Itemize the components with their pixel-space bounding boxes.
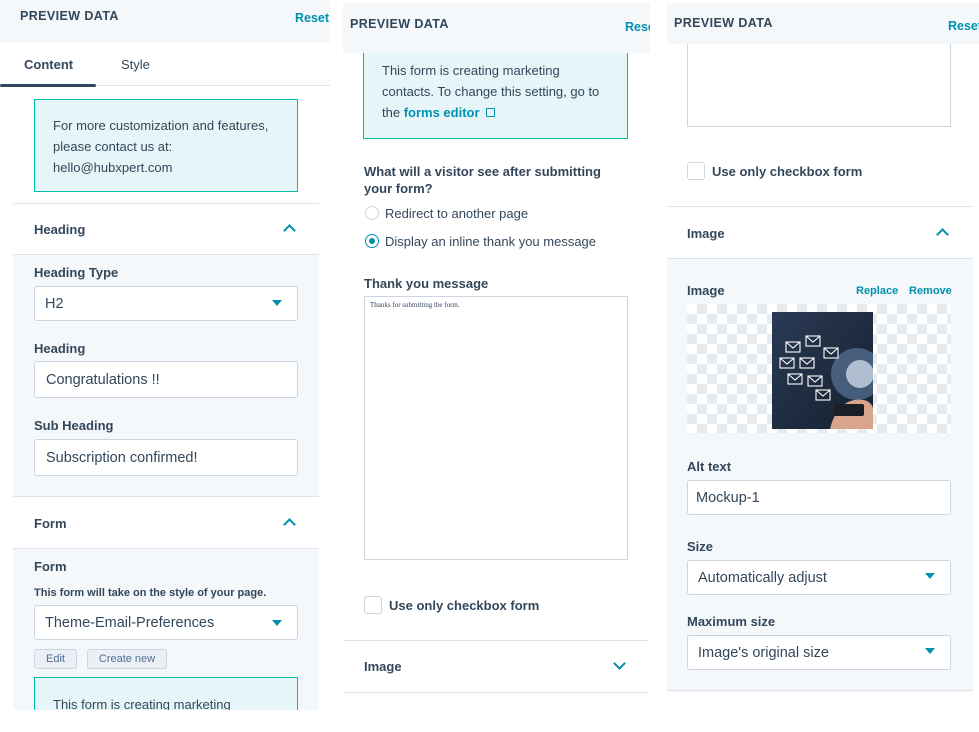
radio-inline-message[interactable] — [365, 234, 379, 248]
dropdown-caret-icon — [925, 648, 935, 654]
email-mockup-image — [772, 312, 873, 429]
form-section-title: Form — [34, 516, 67, 531]
form-help-text: This form will take on the style of your… — [34, 587, 267, 599]
image-section-header[interactable]: Image — [667, 206, 973, 259]
size-select[interactable]: Automatically adjust — [687, 560, 951, 595]
reset-button[interactable]: Reset — [295, 11, 329, 25]
panel-3-title: PREVIEW DATA — [674, 16, 773, 30]
form-section-header[interactable]: Form — [13, 496, 319, 549]
checkbox-only-form[interactable] — [364, 596, 382, 614]
marketing-info-line: This form is creating marketing — [53, 697, 231, 710]
chevron-down-icon[interactable] — [613, 657, 626, 670]
heading-value: Congratulations !! — [46, 371, 160, 388]
subheading-value: Subscription confirmed! — [46, 449, 198, 466]
marketing-info-line: This form is creating marketing — [382, 63, 560, 78]
create-new-form-button[interactable]: Create new — [87, 649, 167, 669]
max-size-select-value: Image's original size — [698, 644, 829, 661]
size-select-value: Automatically adjust — [698, 569, 827, 586]
contact-info-line: please contact us at: — [53, 139, 173, 154]
size-label: Size — [687, 539, 714, 554]
max-size-select[interactable]: Image's original size — [687, 635, 951, 670]
dropdown-caret-icon — [925, 573, 935, 579]
image-preview-area — [687, 304, 951, 435]
form-label: Form — [34, 559, 67, 574]
dropdown-caret-icon — [272, 300, 282, 306]
checkbox-only-form-label[interactable]: Use only checkbox form — [712, 164, 862, 179]
radio-inline-message-label[interactable]: Display an inline thank you message — [385, 234, 596, 249]
form-select-value: Theme-Email-Preferences — [45, 614, 215, 631]
panel-1: PREVIEW DATA Reset Content Style For mor… — [0, 0, 330, 710]
subheading-input[interactable]: Subscription confirmed! — [34, 439, 298, 476]
heading-section-title: Heading — [34, 222, 86, 237]
panel-3-bottom-divider — [667, 690, 973, 691]
image-section-title: Image — [364, 659, 402, 674]
heading-section-header[interactable]: Heading — [13, 203, 319, 255]
edit-form-button[interactable]: Edit — [34, 649, 77, 669]
heading-type-label: Heading Type — [34, 265, 119, 280]
marketing-info-box: This form is creating marketing — [34, 677, 298, 710]
checkbox-only-form-label[interactable]: Use only checkbox form — [389, 598, 539, 613]
subheading-label: Sub Heading — [34, 418, 114, 433]
heading-type-value: H2 — [45, 295, 64, 312]
dropdown-caret-icon — [272, 620, 282, 626]
thank-you-label: Thank you message — [364, 276, 489, 291]
contact-info-line: For more customization and features, — [53, 118, 269, 133]
forms-editor-line: the forms editor — [382, 102, 627, 123]
marketing-info-box: This form is creating marketing contacts… — [363, 53, 628, 139]
checkbox-only-form[interactable] — [687, 162, 705, 180]
tab-active-indicator — [0, 84, 96, 87]
external-link-icon[interactable] — [486, 108, 496, 117]
heading-type-select[interactable]: H2 — [34, 286, 298, 321]
panel-3: PREVIEW DATA Reset Use only checkbox for… — [667, 0, 979, 692]
forms-editor-link[interactable]: forms editor — [404, 105, 480, 120]
submit-question-line: your form? — [364, 181, 433, 196]
panel-2: PREVIEW DATA Rese This form is creating … — [343, 0, 650, 693]
alt-text-value: Mockup-1 — [696, 489, 760, 506]
marketing-info-line: contacts. To change this setting, go to — [382, 84, 600, 99]
replace-image-link[interactable]: Replace — [856, 285, 898, 297]
panel-1-title: PREVIEW DATA — [20, 9, 119, 23]
reset-button[interactable]: Rese — [625, 20, 650, 34]
image-section-title: Image — [687, 226, 725, 241]
radio-redirect[interactable] — [365, 206, 379, 220]
image-label: Image — [687, 283, 725, 298]
alt-text-input[interactable]: Mockup-1 — [687, 480, 951, 515]
image-section-header[interactable]: Image — [343, 640, 649, 693]
radio-redirect-label[interactable]: Redirect to another page — [385, 206, 528, 221]
heading-label: Heading — [34, 341, 86, 356]
thank-you-text: Thanks for submitting the form. — [370, 301, 460, 309]
contact-info-box: For more customization and features, ple… — [34, 99, 298, 192]
thank-you-textarea[interactable]: Thanks for submitting the form. — [364, 296, 628, 560]
submit-question-line: What will a visitor see after submitting — [364, 164, 601, 179]
textarea-bottom-partial[interactable] — [687, 44, 951, 127]
remove-image-link[interactable]: Remove — [909, 285, 952, 297]
chevron-up-icon[interactable] — [283, 224, 296, 237]
forms-editor-prefix: the — [382, 105, 401, 120]
tab-style[interactable]: Style — [121, 57, 150, 72]
max-size-label: Maximum size — [687, 614, 776, 629]
heading-input[interactable]: Congratulations !! — [34, 361, 298, 398]
form-select[interactable]: Theme-Email-Preferences — [34, 605, 298, 640]
panel-2-title: PREVIEW DATA — [350, 17, 449, 31]
reset-button[interactable]: Reset — [948, 19, 979, 33]
chevron-up-icon[interactable] — [283, 518, 296, 531]
alt-text-label: Alt text — [687, 459, 732, 474]
tab-content[interactable]: Content — [24, 57, 73, 72]
contact-email: hello@hubxpert.com — [53, 160, 173, 175]
submit-question: What will a visitor see after submitting… — [364, 163, 601, 197]
chevron-up-icon[interactable] — [936, 228, 949, 241]
